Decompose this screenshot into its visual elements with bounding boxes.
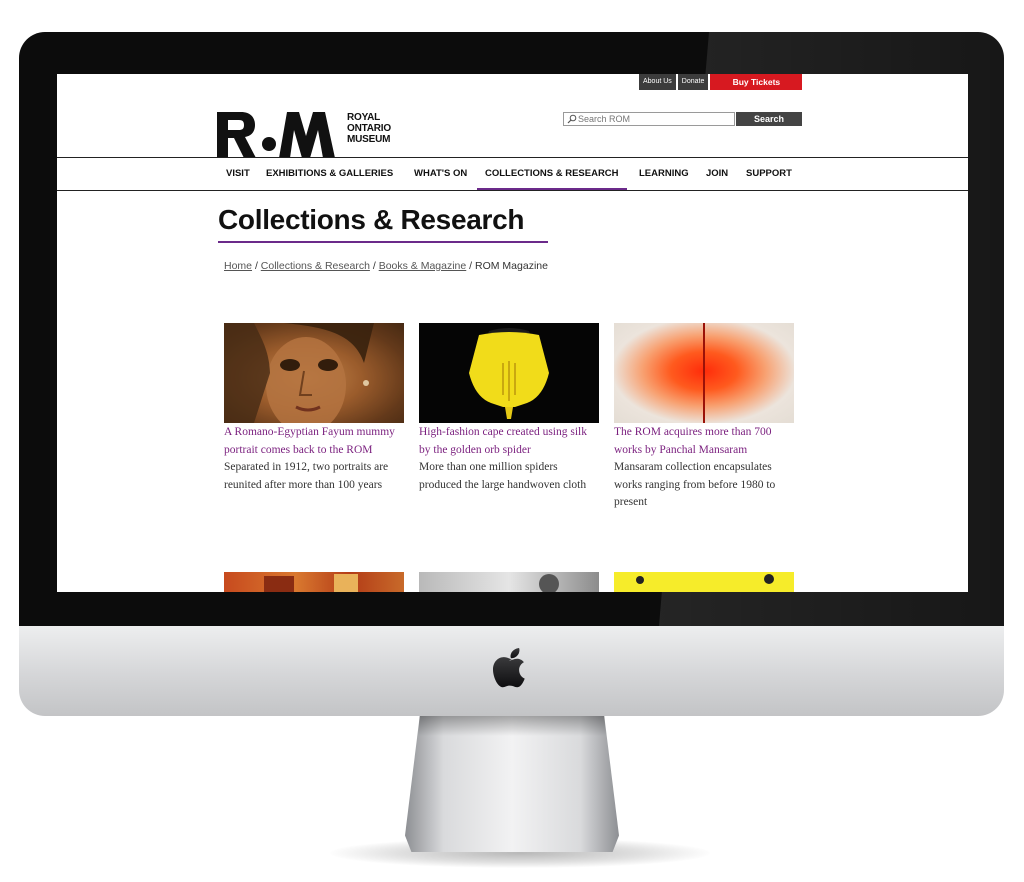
breadcrumb-collections-research[interactable]: Collections & Research — [261, 260, 370, 272]
artwork-divider-line — [703, 323, 705, 423]
search-field[interactable] — [563, 112, 735, 126]
main-nav: Visit Exhibitions & Galleries What's On … — [57, 157, 968, 191]
article-description: More than one million spiders produced t… — [419, 461, 587, 491]
breadcrumb-current: ROM Magazine — [475, 260, 548, 272]
article-title[interactable]: The ROM acquires more than 700 works by … — [614, 424, 794, 459]
nav-item-whats-on[interactable]: What's On — [414, 158, 467, 190]
browser-screen: About Us Donate Buy Tickets ROYAL ONTARI… — [57, 74, 968, 592]
thumbnail-detail — [334, 574, 358, 592]
breadcrumb-books-magazine[interactable]: Books & Magazine — [379, 260, 467, 272]
article-description: Mansaram collection encapsulates works r… — [614, 461, 776, 508]
nav-item-collections-research[interactable]: Collections & Research — [477, 158, 627, 190]
breadcrumb: Home / Collections & Research / Books & … — [224, 260, 548, 272]
thumbnail-detail — [764, 574, 774, 584]
thumbnail-detail — [636, 576, 644, 584]
logo-line-ontario: ONTARIO — [347, 123, 391, 134]
buy-tickets-button[interactable]: Buy Tickets — [710, 74, 803, 90]
nav-item-visit[interactable]: Visit — [226, 158, 250, 190]
article-title[interactable]: High-fashion cape created using silk by … — [419, 424, 599, 459]
article-thumbnail[interactable] — [614, 572, 794, 592]
nav-item-join[interactable]: Join — [706, 158, 728, 190]
about-us-link[interactable]: About Us — [639, 74, 676, 90]
article-card[interactable]: The ROM acquires more than 700 works by … — [614, 323, 794, 512]
utility-nav: About Us Donate Buy Tickets — [639, 74, 803, 90]
article-card[interactable]: High-fashion cape created using silk by … — [419, 323, 599, 494]
page-title: Collections & Research — [218, 204, 525, 235]
apple-logo-icon — [493, 648, 525, 688]
monitor-stand-shade — [417, 714, 607, 736]
search-input[interactable] — [578, 113, 728, 125]
search-button[interactable]: Search — [736, 112, 802, 126]
logo-line-royal: ROYAL — [347, 112, 381, 123]
breadcrumb-home[interactable]: Home — [224, 260, 252, 272]
cape-illustration — [469, 328, 549, 419]
donate-link[interactable]: Donate — [677, 74, 709, 90]
nav-item-learning[interactable]: Learning — [639, 158, 689, 190]
thumbnail-detail — [264, 576, 294, 592]
title-underline — [218, 241, 548, 243]
portrait-illustration — [224, 323, 404, 423]
nav-item-support[interactable]: Support — [746, 158, 792, 190]
article-card[interactable]: A Romano-Egyptian Fayum mummy portrait c… — [224, 323, 404, 494]
fayum-portrait-image[interactable] — [224, 323, 404, 423]
nav-item-exhibitions[interactable]: Exhibitions & Galleries — [266, 158, 393, 190]
article-thumbnail[interactable] — [419, 572, 599, 592]
golden-cape-image[interactable] — [419, 323, 599, 423]
rom-logo-mark[interactable] — [217, 112, 339, 158]
rom-logo-wordmark: ROYAL ONTARIO MUSEUM — [347, 112, 391, 145]
search-icon — [567, 114, 577, 124]
article-title[interactable]: A Romano-Egyptian Fayum mummy portrait c… — [224, 424, 404, 459]
article-thumbnail[interactable] — [224, 572, 404, 592]
mansaram-artwork-image[interactable] — [614, 323, 794, 423]
logo-line-museum: MUSEUM — [347, 134, 391, 145]
article-description: Separated in 1912, two portraits are reu… — [224, 461, 389, 491]
thumbnail-detail — [539, 574, 559, 592]
